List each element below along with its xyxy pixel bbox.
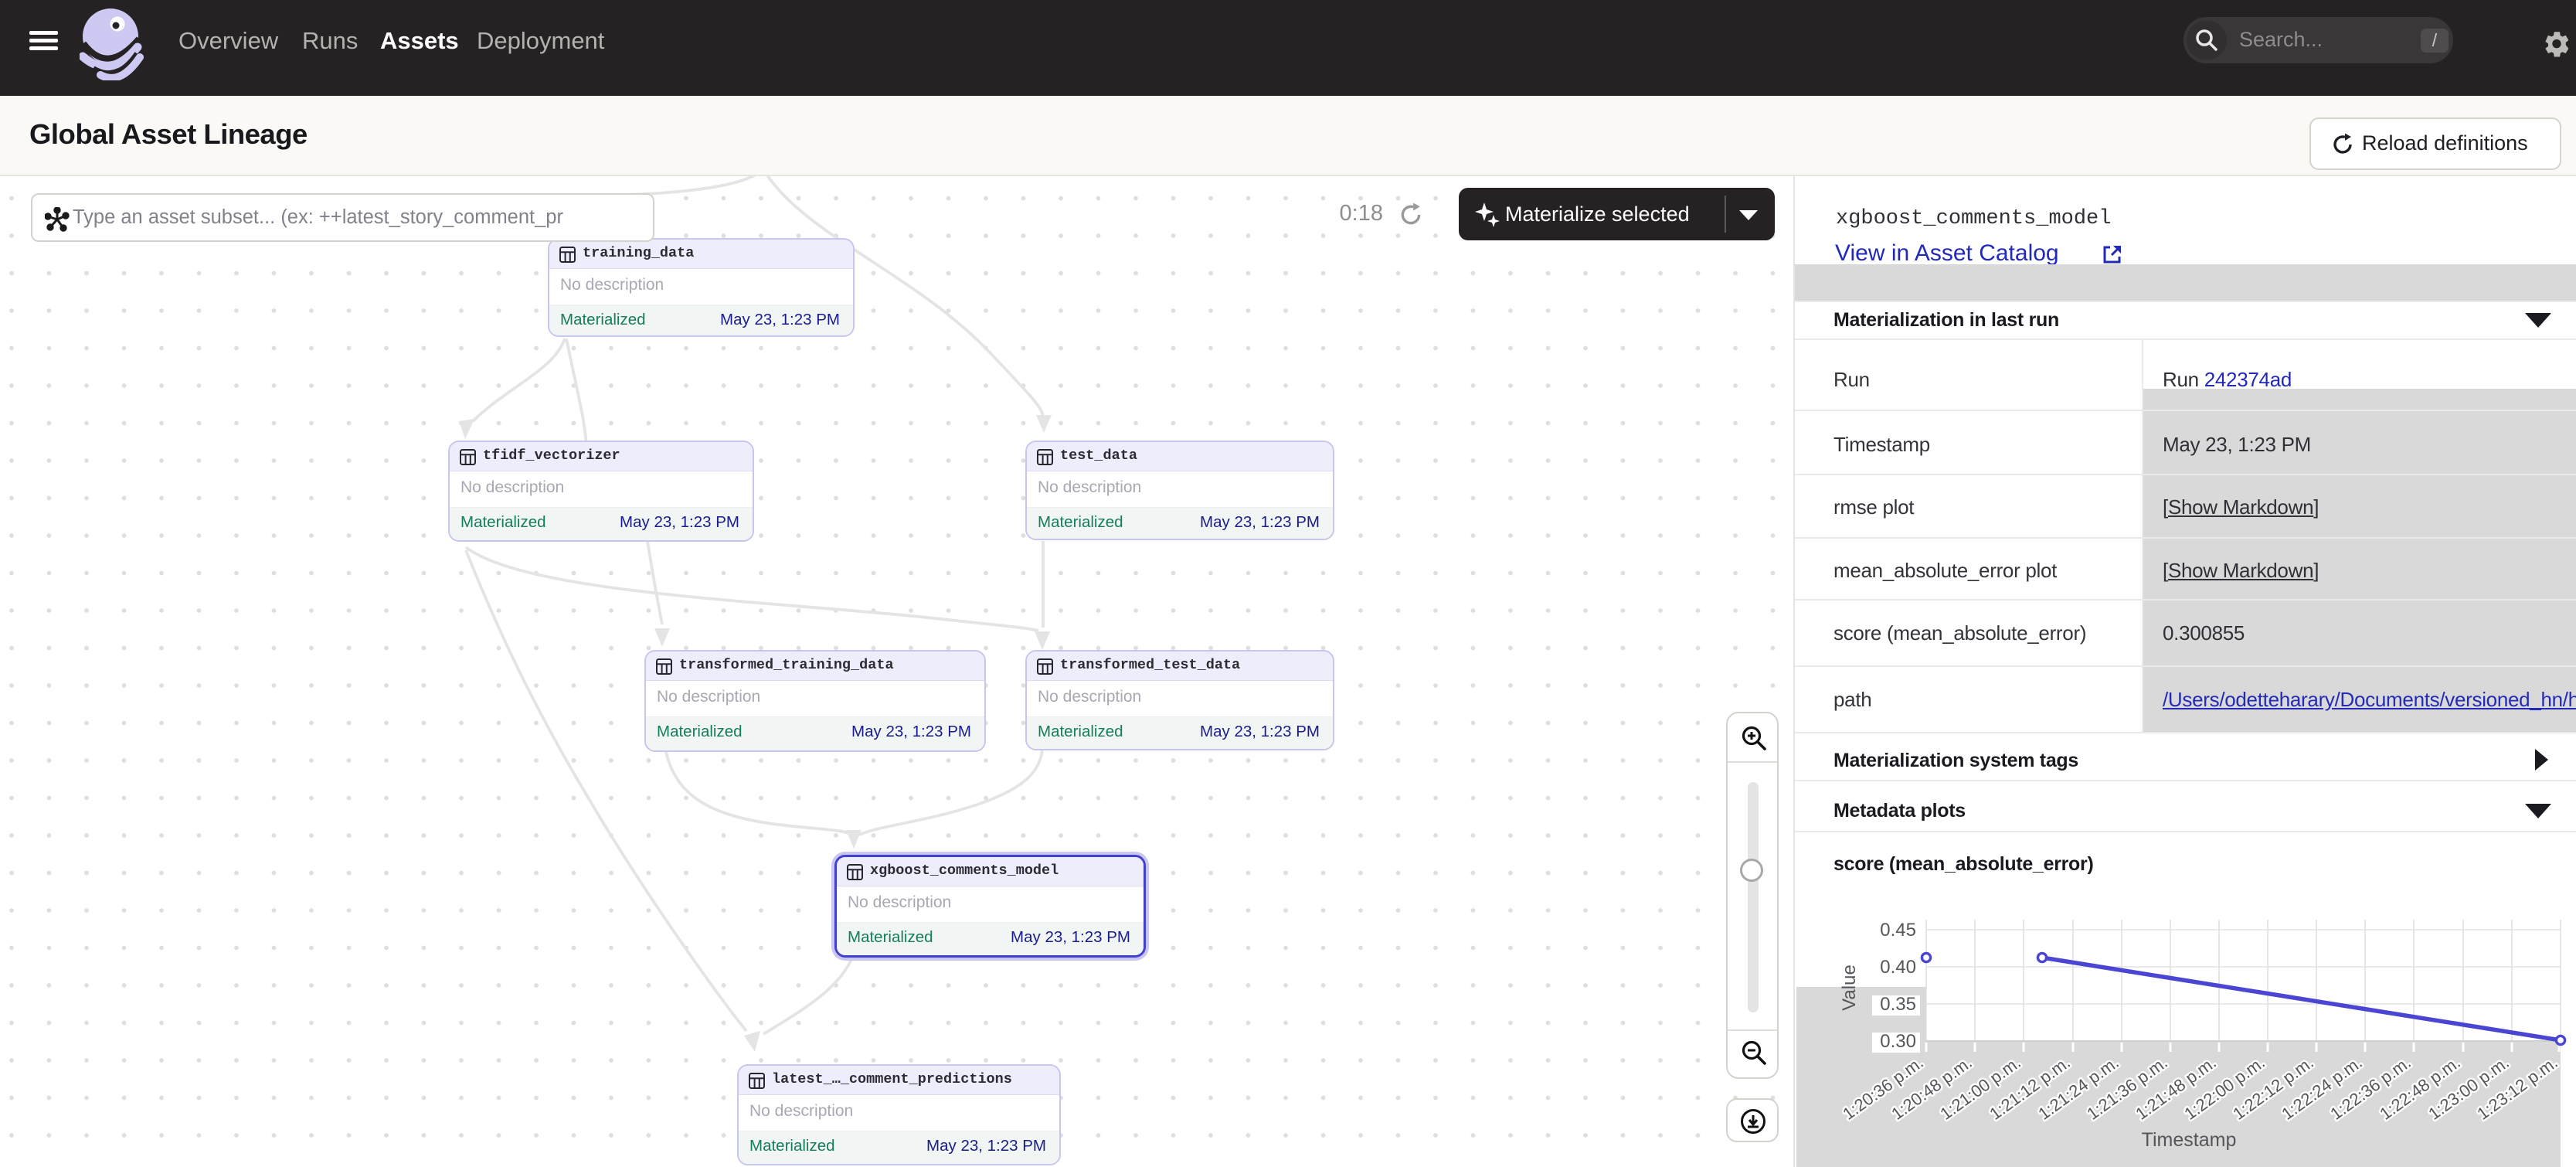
svg-text:0.30: 0.30 (1880, 1031, 1916, 1052)
svg-text:Timestamp: Timestamp (2142, 1129, 2237, 1151)
svg-text:0.45: 0.45 (1880, 920, 1916, 941)
svg-text:0.40: 0.40 (1880, 957, 1916, 978)
svg-text:0.35: 0.35 (1880, 994, 1916, 1015)
svg-text:Value: Value (1839, 965, 1860, 1011)
